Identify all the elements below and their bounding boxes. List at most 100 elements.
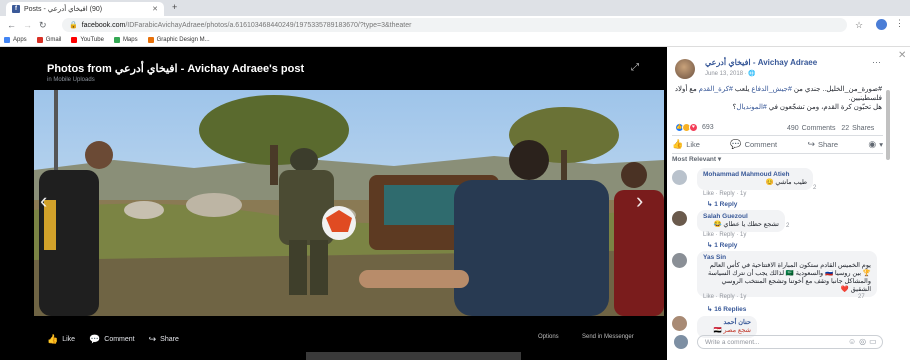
- browser-tab[interactable]: f (90) افيخاي أدرعي - Posts ✕: [6, 2, 164, 16]
- engagement-counts[interactable]: 490 Comments 22 Shares: [787, 125, 874, 132]
- chevron-down-icon: ▾: [879, 140, 883, 149]
- profile-avatar[interactable]: [876, 19, 887, 30]
- comment-sort-dropdown[interactable]: Most Relevant ▾: [672, 155, 721, 163]
- bookmark-label: Maps: [122, 37, 138, 43]
- post-author[interactable]: افيخاي أدرعي - Avichay Adraee: [705, 58, 817, 67]
- bottom-strip: [306, 352, 521, 360]
- comment-text: طيب ماشي 😊: [765, 179, 807, 186]
- post-actions: 👍 Like 💬 Comment ↪ Share ◉ ▾: [672, 139, 883, 150]
- back-icon[interactable]: ←: [7, 20, 16, 30]
- commenter-name[interactable]: Mohammad Mahmoud Atieh: [703, 171, 807, 179]
- hashtag-link[interactable]: #جيش_الدفاع: [751, 86, 792, 93]
- send-in-messenger-link[interactable]: Send in Messenger: [582, 334, 634, 340]
- comments-count[interactable]: 490 Comments: [787, 125, 835, 132]
- options-link[interactable]: Options: [538, 334, 559, 340]
- share-icon: ↪: [148, 333, 157, 344]
- comment-text: يوم الخميس القادم ستكون المباراة الافتتا…: [708, 262, 871, 293]
- commenter-avatar[interactable]: [672, 211, 687, 226]
- view-replies-link[interactable]: ↳ 16 Replies: [707, 305, 746, 313]
- commenter-avatar[interactable]: [672, 253, 687, 268]
- comment-bubble: Mohammad Mahmoud Atieh طيب ماشي 😊: [697, 168, 813, 190]
- page-avatar-icon: ◉: [868, 139, 877, 149]
- tab-close-icon[interactable]: ✕: [152, 5, 158, 13]
- comment-bubble: Yas Sin يوم الخميس القادم ستكون المباراة…: [697, 251, 877, 297]
- reaction-summary[interactable]: 👍 ♥ 693: [675, 123, 714, 132]
- previous-photo-icon[interactable]: ‹: [40, 188, 47, 214]
- camera-icon[interactable]: ◎: [859, 337, 869, 346]
- url-field[interactable]: 🔒 facebook.com /IDFarabicAvichayAdraee/p…: [62, 18, 847, 32]
- comment-reaction-count[interactable]: 2: [786, 223, 789, 229]
- commenter-avatar[interactable]: [672, 316, 687, 331]
- thumbs-up-icon: 👍: [672, 139, 684, 149]
- bookmark-star-icon[interactable]: ☆: [855, 20, 863, 31]
- emoji-icon[interactable]: ☺: [848, 337, 859, 346]
- theater-action-bar: 👍 Like 💬 Comment ↪ Share Options Send in Me…: [0, 326, 667, 352]
- shares-count[interactable]: 22 Shares: [841, 125, 874, 132]
- post-text: #صورة_من_الخليل.. جندي من #جيش_الدفاع يل…: [672, 85, 882, 112]
- post-date[interactable]: June 13, 2018 · 🌐: [705, 70, 756, 77]
- share-icon: ↪: [807, 139, 815, 149]
- address-toolbar: ← → ↻ 🔒 facebook.com /IDFarabicAvichayAd…: [0, 16, 910, 34]
- comment-meta[interactable]: Like · Reply · 1y: [703, 294, 746, 300]
- comment-meta[interactable]: Like · Reply · 1y: [703, 191, 746, 197]
- bookmark-gmail[interactable]: Gmail: [36, 37, 62, 43]
- reload-icon[interactable]: ↻: [39, 20, 47, 31]
- comment-label: Comment: [104, 335, 135, 343]
- bookmark-maps[interactable]: Maps: [113, 37, 138, 43]
- browser-tab-bar: f (90) افيخاي أدرعي - Posts ✕ +: [0, 0, 910, 16]
- divider: [672, 153, 883, 154]
- globe-icon: 🌐: [748, 71, 756, 77]
- post-text-part: هل تحبّون كرة القدم، ومن تشجّعون في: [766, 104, 882, 111]
- audience-selector[interactable]: ◉ ▾: [868, 139, 883, 150]
- gif-icon[interactable]: ▭: [869, 337, 880, 346]
- commenter-name[interactable]: Salah Guezoul: [703, 213, 779, 221]
- post-text-part: #صورة_من_الخليل.. جندي من: [791, 86, 882, 93]
- post-comment-button[interactable]: 💬 Comment: [730, 139, 777, 150]
- commenter-name[interactable]: Yas Sin: [703, 254, 871, 262]
- hashtag-link[interactable]: #كرة_القدم: [699, 86, 733, 93]
- forward-icon[interactable]: →: [23, 20, 32, 30]
- theater-comment-button[interactable]: 💬 Comment: [89, 334, 135, 345]
- comment-reaction-count[interactable]: 2: [813, 185, 816, 191]
- bookmark-label: Apps: [13, 37, 27, 43]
- bookmark-label: Gmail: [45, 37, 62, 43]
- graphic-design-icon: [147, 37, 154, 43]
- like-label: Like: [686, 140, 700, 149]
- comment-reaction-count[interactable]: 27: [858, 294, 865, 300]
- thumbs-up-icon: 👍: [47, 333, 59, 344]
- author-avatar[interactable]: [675, 59, 695, 79]
- theater-share-button[interactable]: ↪ Share: [149, 334, 179, 345]
- post-options-icon[interactable]: ···: [872, 57, 881, 67]
- comment-meta[interactable]: Like · Reply · 1y: [703, 232, 746, 238]
- hashtag-link[interactable]: #المونديال: [736, 104, 766, 111]
- bookmark-graphic-design[interactable]: Graphic Design M...: [147, 37, 210, 43]
- post-share-button[interactable]: ↪ Share: [807, 139, 838, 150]
- photo-scene: [34, 90, 664, 316]
- new-tab-button[interactable]: +: [172, 2, 177, 12]
- close-theater-icon[interactable]: ✕: [898, 50, 906, 61]
- love-reaction-icon: ♥: [689, 123, 698, 132]
- post-photo[interactable]: [34, 90, 664, 316]
- like-label: Like: [62, 335, 76, 343]
- reaction-count: 693: [702, 124, 714, 131]
- comment-text: شجع مصر 🇪🇬: [713, 327, 751, 334]
- theater-title: Photos from افيخاي أدرعي - Avichay Adrae…: [47, 63, 305, 75]
- comment-bubble: Salah Guezoul تشجع حظك يا عطاي 😂: [697, 210, 785, 232]
- post-like-button[interactable]: 👍 Like: [672, 139, 700, 150]
- view-replies-link[interactable]: ↳ 1 Reply: [707, 200, 737, 208]
- divider: [672, 135, 883, 136]
- url-path: /IDFarabicAvichayAdraee/photos/a.6161034…: [125, 21, 412, 29]
- tab-title: (90) افيخاي أدرعي - Posts: [24, 6, 103, 13]
- url-host: facebook.com: [81, 21, 126, 29]
- expand-icon[interactable]: ⤢: [631, 62, 639, 73]
- bookmark-apps[interactable]: Apps: [4, 37, 27, 43]
- theater-like-button[interactable]: 👍 Like: [47, 334, 75, 345]
- commenter-name[interactable]: حنان أحمد: [703, 319, 751, 327]
- bookmark-youtube[interactable]: YouTube: [71, 37, 104, 43]
- panel-scrollbar[interactable]: [886, 90, 890, 160]
- view-replies-link[interactable]: ↳ 1 Reply: [707, 241, 737, 249]
- commenter-avatar[interactable]: [672, 170, 687, 185]
- browser-menu-icon[interactable]: ⋮: [895, 18, 904, 29]
- bookmarks-bar: Apps Gmail YouTube Maps Graphic Design M…: [0, 34, 910, 47]
- next-photo-icon[interactable]: ›: [636, 188, 643, 214]
